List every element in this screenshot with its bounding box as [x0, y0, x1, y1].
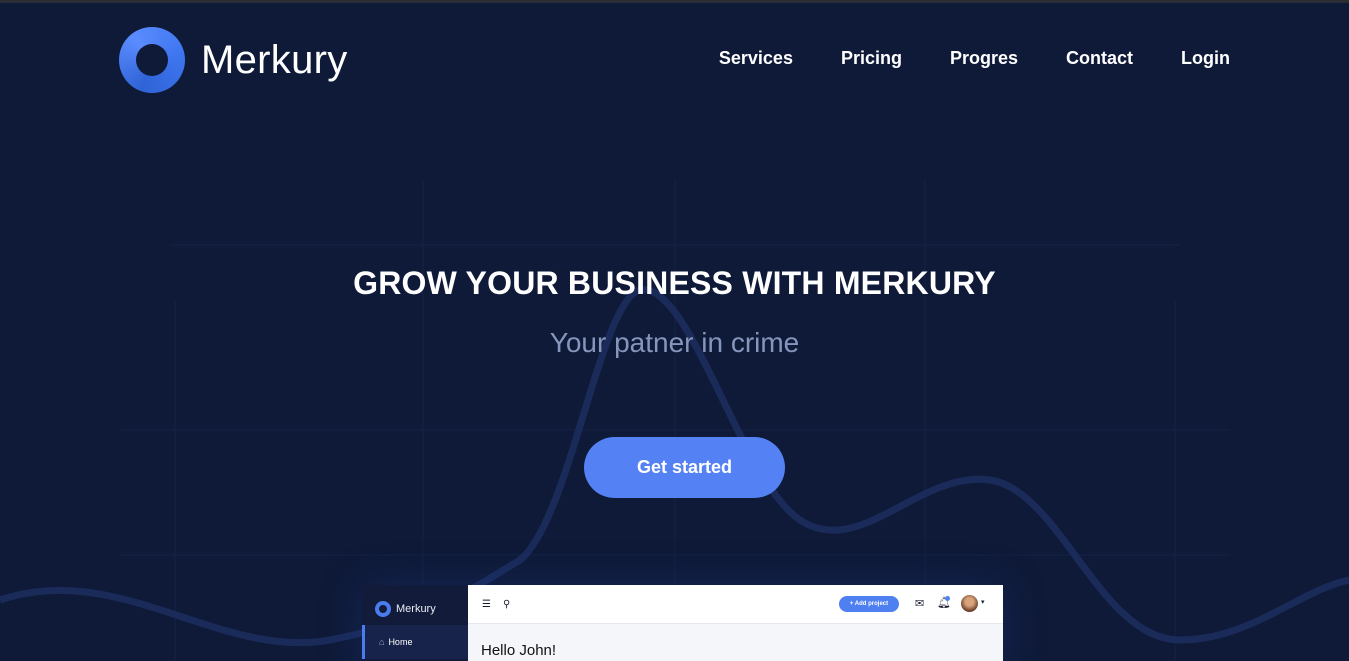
preview-brand-name: Merkury	[396, 603, 436, 615]
nav-pricing-link[interactable]: Pricing	[841, 48, 902, 69]
site-header: Merkury Services Pricing Progres Contact…	[0, 0, 1349, 120]
preview-add-project-button: + Add project	[839, 596, 899, 612]
preview-brand: Merkury	[362, 585, 468, 623]
nav-login-link[interactable]: Login	[1181, 48, 1230, 69]
nav-contact-link[interactable]: Contact	[1066, 48, 1133, 69]
chevron-down-icon: ▾	[981, 599, 985, 606]
logo-ring-icon	[119, 27, 185, 93]
nav-services-link[interactable]: Services	[719, 48, 793, 69]
preview-sidebar-home-label: Home	[388, 637, 413, 647]
dashboard-preview: Merkury ⌂ Home ☰ ⚲ + Add project ✉ 🔔︎ ▾ …	[362, 585, 1003, 661]
mail-icon: ✉	[915, 598, 925, 610]
home-icon: ⌂	[379, 637, 385, 647]
preview-greeting: Hello John!	[481, 642, 557, 659]
preview-sidebar: Merkury ⌂ Home	[362, 585, 468, 661]
preview-sidebar-item-home: ⌂ Home	[362, 625, 468, 659]
notification-dot	[945, 596, 950, 601]
brand-logo[interactable]: Merkury	[119, 27, 348, 93]
main-nav: Services Pricing Progres Contact Login	[719, 48, 1230, 69]
search-icon: ⚲	[502, 598, 511, 610]
get-started-button[interactable]: Get started	[584, 437, 785, 498]
preview-topbar: ☰ ⚲ + Add project ✉ 🔔︎ ▾	[468, 585, 1003, 624]
hero-title: GROW YOUR BUSINESS WITH MERKURY	[353, 265, 996, 301]
avatar	[961, 595, 978, 612]
nav-progres-link[interactable]: Progres	[950, 48, 1018, 69]
preview-logo-icon	[375, 601, 391, 617]
brand-name: Merkury	[201, 37, 348, 82]
menu-icon: ☰	[482, 598, 491, 610]
hero-subtitle: Your patner in crime	[549, 327, 800, 358]
preview-main: ☰ ⚲ + Add project ✉ 🔔︎ ▾ Hello John!	[468, 585, 1003, 661]
